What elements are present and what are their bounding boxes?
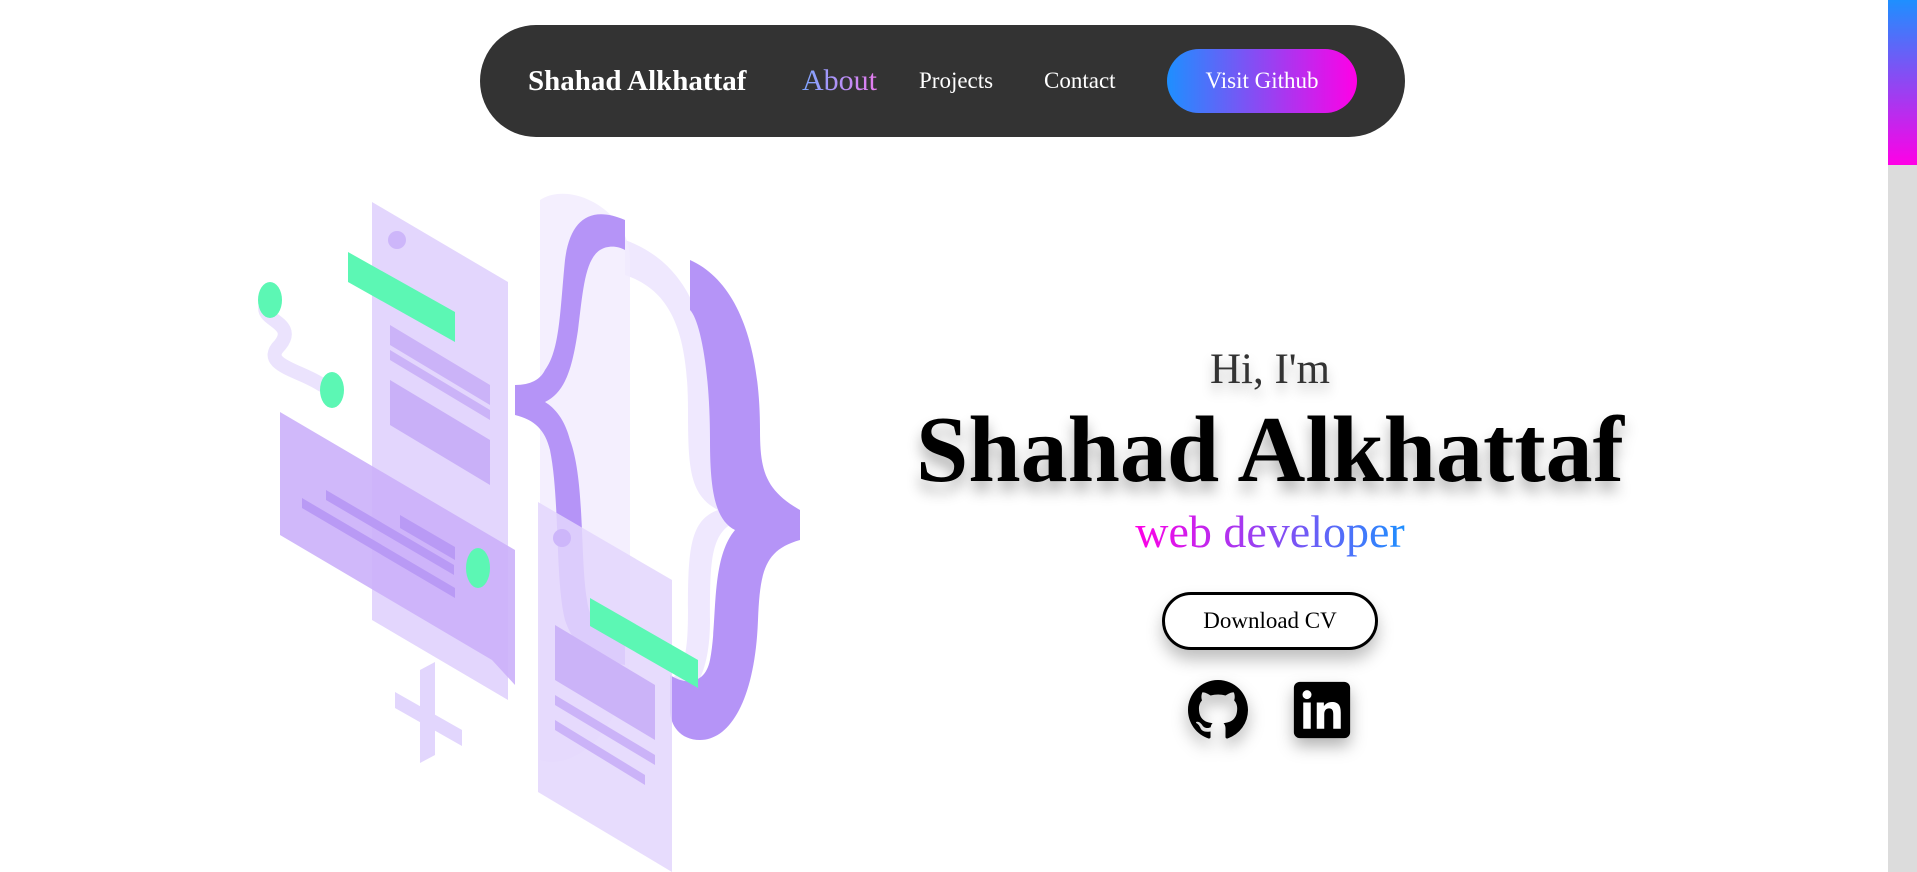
greeting-text: Hi, I'm	[1209, 346, 1330, 393]
linkedin-icon[interactable]	[1292, 680, 1352, 740]
phone-card-front	[538, 502, 672, 872]
nav-link-projects[interactable]: Projects	[919, 25, 993, 137]
scrollbar-track[interactable]	[1888, 0, 1917, 872]
visit-github-button[interactable]: Visit Github	[1167, 49, 1357, 113]
scrollbar-thumb[interactable]	[1888, 0, 1917, 165]
nav-link-contact[interactable]: Contact	[1044, 25, 1116, 137]
download-cv-button[interactable]: Download CV	[1162, 592, 1378, 650]
green-dot-1	[258, 282, 282, 318]
role-text: web developer	[1135, 502, 1405, 562]
plus-decoration	[395, 662, 462, 763]
hero-section: Hi, I'm Shahad Alkhattaf web developer D…	[880, 340, 1660, 740]
hero-name: Shahad Alkhattaf	[916, 398, 1624, 502]
nav-link-about[interactable]: About	[802, 25, 877, 137]
github-icon[interactable]	[1188, 680, 1248, 740]
social-links	[880, 680, 1660, 740]
green-dot-2	[320, 372, 344, 408]
brand-logo[interactable]: Shahad Alkhattaf	[528, 25, 746, 137]
code-illustration	[258, 193, 800, 872]
navbar: Shahad Alkhattaf About Projects Contact …	[480, 25, 1405, 137]
